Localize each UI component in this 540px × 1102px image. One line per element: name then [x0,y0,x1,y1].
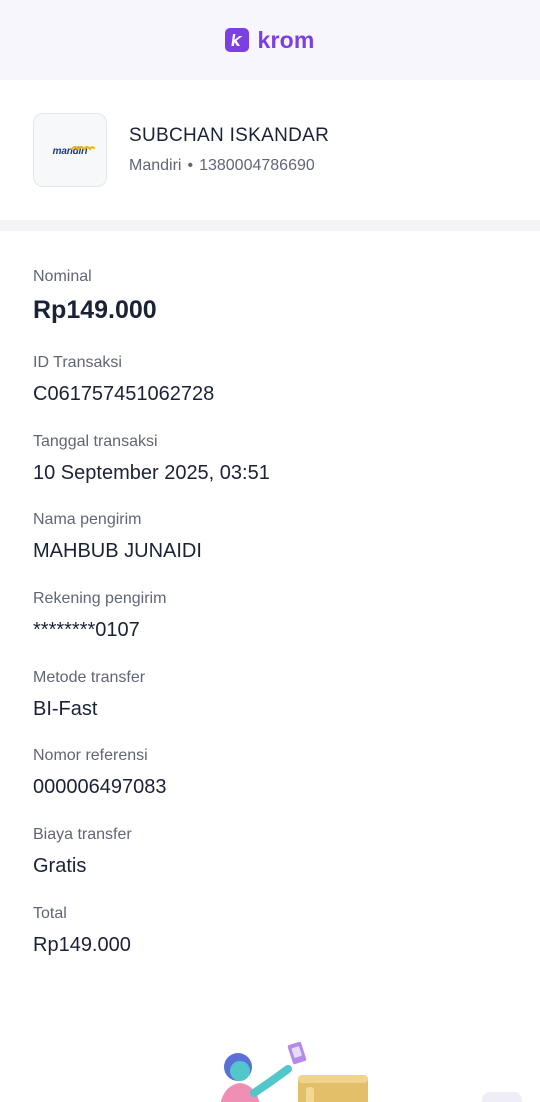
recipient-account: 1380004786690 [199,157,315,174]
detail-label: ID Transaksi [33,354,122,371]
separator-dot: • [187,157,194,174]
recipient-card: mandiri SUBCHAN ISKANDAR Mandiri • 13800… [0,80,540,220]
detail-value: C061757451062728 [33,383,215,405]
detail-value: 000006497083 [33,776,167,799]
detail-label: Nama pengirim [33,511,142,529]
detail-value: ********0107 [33,619,140,642]
app-header: krom [0,0,540,80]
transaction-details: Nominal Rp149.000 ID Transaksi C06175745… [0,231,540,983]
detail-transaction-date: Tanggal transaksi 10 September 2025, 03:… [33,432,507,511]
success-illustration [220,1041,368,1102]
detail-value: 10 September 2025, 03:51 [33,461,270,484]
recipient-account-line: Mandiri • 1380004786690 [129,157,329,175]
detail-transaction-id: ID Transaksi C061757451062728 [33,353,507,432]
detail-value: Rp149.000 [33,296,157,324]
detail-value: Rp149.000 [33,933,131,956]
bank-logo: mandiri [33,113,107,187]
recipient-bank: Mandiri [129,157,182,174]
detail-transfer-fee: Biaya transfer Gratis [33,825,507,904]
detail-label: Tanggal transaksi [33,432,158,450]
mandiri-wave-icon [71,146,95,151]
section-divider [0,220,540,231]
detail-label: Metode transfer [33,668,146,686]
krom-logo-icon [225,28,250,52]
detail-transfer-method: Metode transfer BI-Fast [33,668,507,747]
detail-label: Total [33,904,67,922]
detail-label: Nominal [33,268,92,285]
decorative-shape [482,1092,522,1102]
detail-total: Total Rp149.000 [33,904,507,983]
detail-sender-name: Nama pengirim MAHBUB JUNAIDI [33,510,507,589]
detail-value: Gratis [33,855,87,878]
detail-value: BI-Fast [33,697,98,720]
detail-reference-number: Nomor referensi 000006497083 [33,746,507,825]
detail-label: Rekening pengirim [33,590,167,608]
recipient-info: SUBCHAN ISKANDAR Mandiri • 1380004786690 [129,125,329,175]
recipient-name: SUBCHAN ISKANDAR [129,125,330,146]
detail-value: MAHBUB JUNAIDI [33,540,202,563]
detail-label: Nomor referensi [33,747,148,765]
detail-nominal: Nominal Rp149.000 [33,267,507,353]
detail-sender-account: Rekening pengirim ********0107 [33,589,507,668]
detail-label: Biaya transfer [33,826,132,844]
brand-name: krom [257,26,315,53]
